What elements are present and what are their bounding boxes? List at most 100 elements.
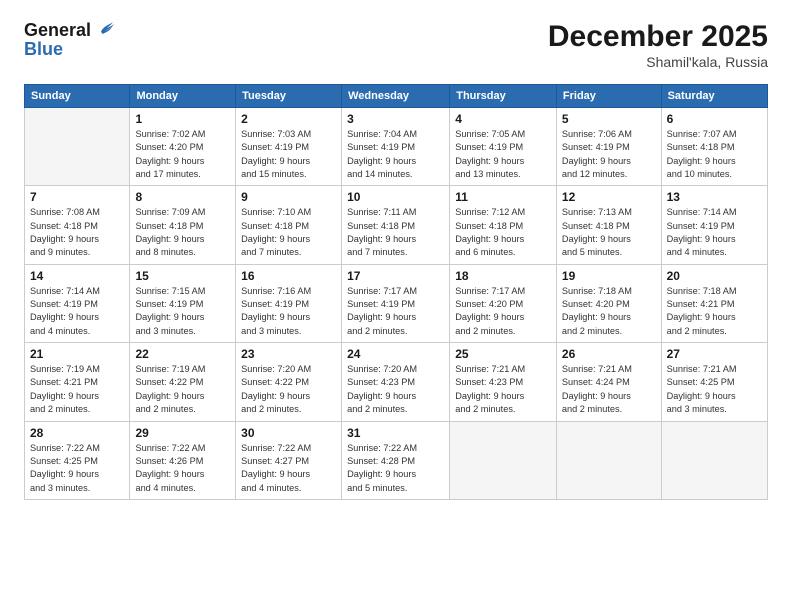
day-info: Sunrise: 7:22 AMSunset: 4:27 PMDaylight:… (241, 442, 336, 495)
title-block: December 2025 Shamil'kala, Russia (548, 20, 768, 70)
day-number: 16 (241, 269, 336, 283)
page: General Blue December 2025 Shamil'kala, … (0, 0, 792, 612)
day-info: Sunrise: 7:22 AMSunset: 4:28 PMDaylight:… (347, 442, 444, 495)
table-row: 13 Sunrise: 7:14 AMSunset: 4:19 PMDayligh… (661, 186, 767, 264)
day-number: 14 (30, 269, 124, 283)
col-monday: Monday (130, 85, 236, 108)
day-number: 17 (347, 269, 444, 283)
table-row: 12 Sunrise: 7:13 AMSunset: 4:18 PMDayligh… (556, 186, 661, 264)
col-thursday: Thursday (450, 85, 557, 108)
day-number: 30 (241, 426, 336, 440)
day-info: Sunrise: 7:22 AMSunset: 4:25 PMDaylight:… (30, 442, 124, 495)
table-row: 16 Sunrise: 7:16 AMSunset: 4:19 PMDayligh… (236, 264, 342, 342)
day-info: Sunrise: 7:22 AMSunset: 4:26 PMDaylight:… (135, 442, 230, 495)
day-info: Sunrise: 7:09 AMSunset: 4:18 PMDaylight:… (135, 206, 230, 259)
day-info: Sunrise: 7:14 AMSunset: 4:19 PMDaylight:… (667, 206, 762, 259)
day-number: 7 (30, 190, 124, 204)
table-row: 3Sunrise: 7:04 AMSunset: 4:19 PMDaylight… (342, 108, 450, 186)
day-number: 3 (347, 112, 444, 126)
day-info: Sunrise: 7:19 AMSunset: 4:21 PMDaylight:… (30, 363, 124, 416)
table-row: 19 Sunrise: 7:18 AMSunset: 4:20 PMDayligh… (556, 264, 661, 342)
table-row: 23 Sunrise: 7:20 AMSunset: 4:22 PMDayligh… (236, 343, 342, 421)
day-info: Sunrise: 7:13 AMSunset: 4:18 PMDaylight:… (562, 206, 656, 259)
day-number: 12 (562, 190, 656, 204)
month-title: December 2025 (548, 20, 768, 54)
table-row: 21 Sunrise: 7:19 AMSunset: 4:21 PMDayligh… (25, 343, 130, 421)
table-row: 18 Sunrise: 7:17 AMSunset: 4:20 PMDayligh… (450, 264, 557, 342)
day-info: Sunrise: 7:17 AMSunset: 4:20 PMDaylight:… (455, 285, 551, 338)
col-saturday: Saturday (661, 85, 767, 108)
day-info: Sunrise: 7:12 AMSunset: 4:18 PMDaylight:… (455, 206, 551, 259)
table-row: 26 Sunrise: 7:21 AMSunset: 4:24 PMDayligh… (556, 343, 661, 421)
calendar-week-row: 14 Sunrise: 7:14 AMSunset: 4:19 PMDayligh… (25, 264, 768, 342)
calendar-header-row: Sunday Monday Tuesday Wednesday Thursday… (25, 85, 768, 108)
table-row: 25Sunrise: 7:21 AMSunset: 4:23 PMDayligh… (450, 343, 557, 421)
calendar-table: Sunday Monday Tuesday Wednesday Thursday… (24, 84, 768, 500)
day-number: 13 (667, 190, 762, 204)
logo-bird-icon (93, 18, 115, 40)
location-subtitle: Shamil'kala, Russia (548, 54, 768, 70)
day-number: 8 (135, 190, 230, 204)
table-row: 4 Sunrise: 7:05 AMSunset: 4:19 PMDaylight… (450, 108, 557, 186)
day-number: 5 (562, 112, 656, 126)
col-sunday: Sunday (25, 85, 130, 108)
table-row: 17 Sunrise: 7:17 AMSunset: 4:19 PMDayligh… (342, 264, 450, 342)
table-row (661, 421, 767, 499)
table-row: 22 Sunrise: 7:19 AMSunset: 4:22 PMDayligh… (130, 343, 236, 421)
day-info: Sunrise: 7:03 AMSunset: 4:19 PMDaylight:… (241, 128, 336, 181)
table-row: 10 Sunrise: 7:11 AMSunset: 4:18 PMDayligh… (342, 186, 450, 264)
col-friday: Friday (556, 85, 661, 108)
day-info: Sunrise: 7:18 AMSunset: 4:20 PMDaylight:… (562, 285, 656, 338)
day-number: 23 (241, 347, 336, 361)
table-row: 5Sunrise: 7:06 AMSunset: 4:19 PMDaylight… (556, 108, 661, 186)
table-row: 9 Sunrise: 7:10 AMSunset: 4:18 PMDaylight… (236, 186, 342, 264)
table-row: 15Sunrise: 7:15 AMSunset: 4:19 PMDayligh… (130, 264, 236, 342)
day-number: 1 (135, 112, 230, 126)
table-row: 27Sunrise: 7:21 AMSunset: 4:25 PMDayligh… (661, 343, 767, 421)
day-info: Sunrise: 7:17 AMSunset: 4:19 PMDaylight:… (347, 285, 444, 338)
table-row: 20Sunrise: 7:18 AMSunset: 4:21 PMDayligh… (661, 264, 767, 342)
day-number: 21 (30, 347, 124, 361)
calendar-week-row: 7Sunrise: 7:08 AMSunset: 4:18 PMDaylight… (25, 186, 768, 264)
calendar-week-row: 1 Sunrise: 7:02 AMSunset: 4:20 PMDaylight… (25, 108, 768, 186)
table-row: 31 Sunrise: 7:22 AMSunset: 4:28 PMDayligh… (342, 421, 450, 499)
day-info: Sunrise: 7:11 AMSunset: 4:18 PMDaylight:… (347, 206, 444, 259)
day-info: Sunrise: 7:10 AMSunset: 4:18 PMDaylight:… (241, 206, 336, 259)
day-info: Sunrise: 7:18 AMSunset: 4:21 PMDaylight:… (667, 285, 762, 338)
table-row: 11 Sunrise: 7:12 AMSunset: 4:18 PMDayligh… (450, 186, 557, 264)
table-row: 1 Sunrise: 7:02 AMSunset: 4:20 PMDaylight… (130, 108, 236, 186)
day-number: 11 (455, 190, 551, 204)
day-number: 2 (241, 112, 336, 126)
day-number: 9 (241, 190, 336, 204)
day-info: Sunrise: 7:21 AMSunset: 4:25 PMDaylight:… (667, 363, 762, 416)
day-info: Sunrise: 7:14 AMSunset: 4:19 PMDaylight:… (30, 285, 124, 338)
header: General Blue December 2025 Shamil'kala, … (24, 20, 768, 70)
day-number: 22 (135, 347, 230, 361)
day-number: 19 (562, 269, 656, 283)
table-row: 28 Sunrise: 7:22 AMSunset: 4:25 PMDayligh… (25, 421, 130, 499)
day-info: Sunrise: 7:16 AMSunset: 4:19 PMDaylight:… (241, 285, 336, 338)
table-row: 29 Sunrise: 7:22 AMSunset: 4:26 PMDayligh… (130, 421, 236, 499)
day-number: 26 (562, 347, 656, 361)
day-number: 4 (455, 112, 551, 126)
day-number: 6 (667, 112, 762, 126)
table-row (25, 108, 130, 186)
day-info: Sunrise: 7:05 AMSunset: 4:19 PMDaylight:… (455, 128, 551, 181)
table-row: 7Sunrise: 7:08 AMSunset: 4:18 PMDaylight… (25, 186, 130, 264)
day-info: Sunrise: 7:21 AMSunset: 4:24 PMDaylight:… (562, 363, 656, 416)
table-row: 14 Sunrise: 7:14 AMSunset: 4:19 PMDayligh… (25, 264, 130, 342)
day-info: Sunrise: 7:21 AMSunset: 4:23 PMDaylight:… (455, 363, 551, 416)
day-number: 31 (347, 426, 444, 440)
day-number: 29 (135, 426, 230, 440)
day-info: Sunrise: 7:02 AMSunset: 4:20 PMDaylight:… (135, 128, 230, 181)
logo-text-general: General (24, 20, 91, 41)
day-info: Sunrise: 7:20 AMSunset: 4:22 PMDaylight:… (241, 363, 336, 416)
table-row (450, 421, 557, 499)
col-wednesday: Wednesday (342, 85, 450, 108)
day-info: Sunrise: 7:19 AMSunset: 4:22 PMDaylight:… (135, 363, 230, 416)
day-number: 28 (30, 426, 124, 440)
day-number: 18 (455, 269, 551, 283)
table-row: 6Sunrise: 7:07 AMSunset: 4:18 PMDaylight… (661, 108, 767, 186)
table-row (556, 421, 661, 499)
day-number: 10 (347, 190, 444, 204)
